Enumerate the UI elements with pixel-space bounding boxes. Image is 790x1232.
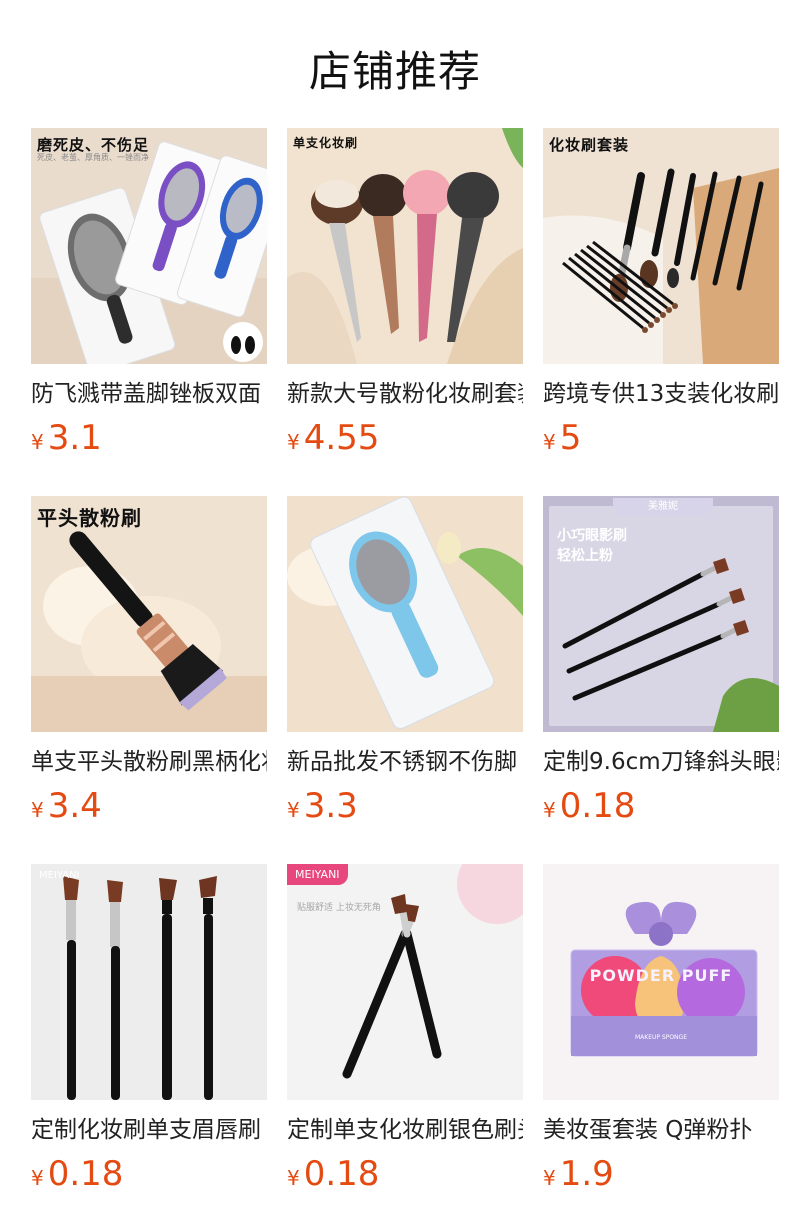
product-price: ¥1.9 xyxy=(543,1154,614,1194)
image-caption: 单支化妆刷 xyxy=(293,136,359,150)
price-amount: 1.9 xyxy=(559,1154,614,1194)
product-image[interactable] xyxy=(287,496,523,732)
price-amount: 3.4 xyxy=(47,786,102,826)
brand-badge: MEIYANI xyxy=(287,864,348,885)
product-price: ¥0.18 xyxy=(31,1154,123,1194)
product-image[interactable]: MEIYANI 贴服舒适 上妆无死角 xyxy=(287,864,523,1100)
product-card[interactable]: 平头散粉刷 单支平头散粉刷黑柄化妆刷 ¥3.4 xyxy=(31,496,267,836)
image-subcaption: 死皮、老茧、厚角质、一锉而净 xyxy=(37,153,149,162)
brush-set-icon xyxy=(543,128,779,364)
overlay-line: 小巧眼影刷 xyxy=(557,528,627,544)
product-image[interactable]: 平头散粉刷 xyxy=(31,496,267,732)
product-image[interactable]: 美雅妮 小巧眼影刷 轻松上粉 xyxy=(543,496,779,732)
image-product-subtitle: MAKEUP SPONGE xyxy=(634,1034,687,1041)
currency-symbol: ¥ xyxy=(543,430,556,454)
product-card[interactable]: MEIYANI 贴服舒适 上妆无死角 定制单支化妆刷银色刷头 ¥0.18 xyxy=(287,864,523,1204)
product-card[interactable]: 美雅妮 小巧眼影刷 轻松上粉 定制9.6cm刀锋斜头眼影刷 ¥0.18 xyxy=(543,496,779,836)
product-price: ¥4.55 xyxy=(287,418,379,458)
product-name[interactable]: 跨境专供13支装化妆刷 xyxy=(543,379,779,409)
product-name[interactable]: 新款大号散粉化妆刷套装 xyxy=(287,379,523,409)
product-price: ¥0.18 xyxy=(543,786,635,826)
image-subcaption: 贴服舒适 上妆无死角 xyxy=(297,903,381,913)
currency-symbol: ¥ xyxy=(287,430,300,454)
product-card[interactable]: 单支化妆刷 新款大号散粉化妆刷套装 ¥4.55 xyxy=(287,128,523,468)
currency-symbol: ¥ xyxy=(31,430,44,454)
currency-symbol: ¥ xyxy=(543,1166,556,1190)
powder-brushes-icon xyxy=(287,128,523,364)
product-card[interactable]: 化妆刷套装 跨境专供13支装化妆刷 ¥5 xyxy=(543,128,779,468)
product-price: ¥3.3 xyxy=(287,786,358,826)
product-name[interactable]: 单支平头散粉刷黑柄化妆刷 xyxy=(31,747,267,777)
product-name[interactable]: 定制化妆刷单支眉唇刷 xyxy=(31,1115,267,1145)
price-amount: 0.18 xyxy=(47,1154,124,1194)
image-overlay-text: 小巧眼影刷 轻松上粉 xyxy=(557,526,627,566)
product-name[interactable]: 定制9.6cm刀锋斜头眼影刷 xyxy=(543,747,779,777)
price-amount: 4.55 xyxy=(303,418,380,458)
brand-badge: MEIYANI xyxy=(39,870,80,881)
price-amount: 5 xyxy=(559,418,582,458)
brand-badge: 美雅妮 xyxy=(613,498,713,516)
product-card[interactable]: 新品批发不锈钢不伤脚 ¥3.3 xyxy=(287,496,523,836)
price-amount: 3.3 xyxy=(303,786,358,826)
product-grid: 磨死皮、不伤足 死皮、老茧、厚角质、一锉而净 防飞溅带盖脚锉板双面 ¥3.1 单… xyxy=(31,128,781,1218)
product-price: ¥3.1 xyxy=(31,418,102,458)
product-image[interactable]: POWDER PUFF MAKEUP SPONGE xyxy=(543,864,779,1100)
product-price: ¥5 xyxy=(543,418,581,458)
currency-symbol: ¥ xyxy=(287,1166,300,1190)
blue-foot-file-icon xyxy=(287,496,523,732)
product-name[interactable]: 防飞溅带盖脚锉板双面 xyxy=(31,379,267,409)
product-price: ¥3.4 xyxy=(31,786,102,826)
product-image[interactable]: 单支化妆刷 xyxy=(287,128,523,364)
currency-symbol: ¥ xyxy=(543,798,556,822)
product-image[interactable]: MEIYANI xyxy=(31,864,267,1100)
product-card[interactable]: 磨死皮、不伤足 死皮、老茧、厚角质、一锉而净 防飞溅带盖脚锉板双面 ¥3.1 xyxy=(31,128,267,468)
product-card[interactable]: POWDER PUFF MAKEUP SPONGE 美妆蛋套装 Q弹粉扑 ¥1.… xyxy=(543,864,779,1204)
overlay-line: 轻松上粉 xyxy=(557,548,613,564)
price-amount: 0.18 xyxy=(303,1154,380,1194)
product-image[interactable]: 磨死皮、不伤足 死皮、老茧、厚角质、一锉而净 xyxy=(31,128,267,364)
product-price: ¥0.18 xyxy=(287,1154,379,1194)
image-product-title: POWDER PUFF xyxy=(589,966,733,985)
currency-symbol: ¥ xyxy=(31,798,44,822)
product-name[interactable]: 新品批发不锈钢不伤脚 xyxy=(287,747,523,777)
product-name[interactable]: 美妆蛋套装 Q弹粉扑 xyxy=(543,1115,779,1145)
flat-powder-brush-icon xyxy=(31,496,267,732)
currency-symbol: ¥ xyxy=(31,1166,44,1190)
store-recommendations-page: 店铺推荐 磨死皮、不伤足 死皮、老茧、厚角质、一锉而净 防飞溅带盖脚锉板双面 ¥… xyxy=(0,0,790,1232)
foot-file-icon xyxy=(31,128,267,364)
price-amount: 3.1 xyxy=(47,418,102,458)
product-name[interactable]: 定制单支化妆刷银色刷头 xyxy=(287,1115,523,1145)
page-title: 店铺推荐 xyxy=(308,47,481,96)
image-caption: 平头散粉刷 xyxy=(37,506,142,530)
price-amount: 0.18 xyxy=(559,786,636,826)
currency-symbol: ¥ xyxy=(287,798,300,822)
image-caption: 化妆刷套装 xyxy=(549,136,630,154)
product-card[interactable]: MEIYANI 定制化妆刷单支眉唇刷 ¥0.18 xyxy=(31,864,267,1204)
eyebrow-brushes-icon xyxy=(31,864,267,1100)
product-image[interactable]: 化妆刷套装 xyxy=(543,128,779,364)
